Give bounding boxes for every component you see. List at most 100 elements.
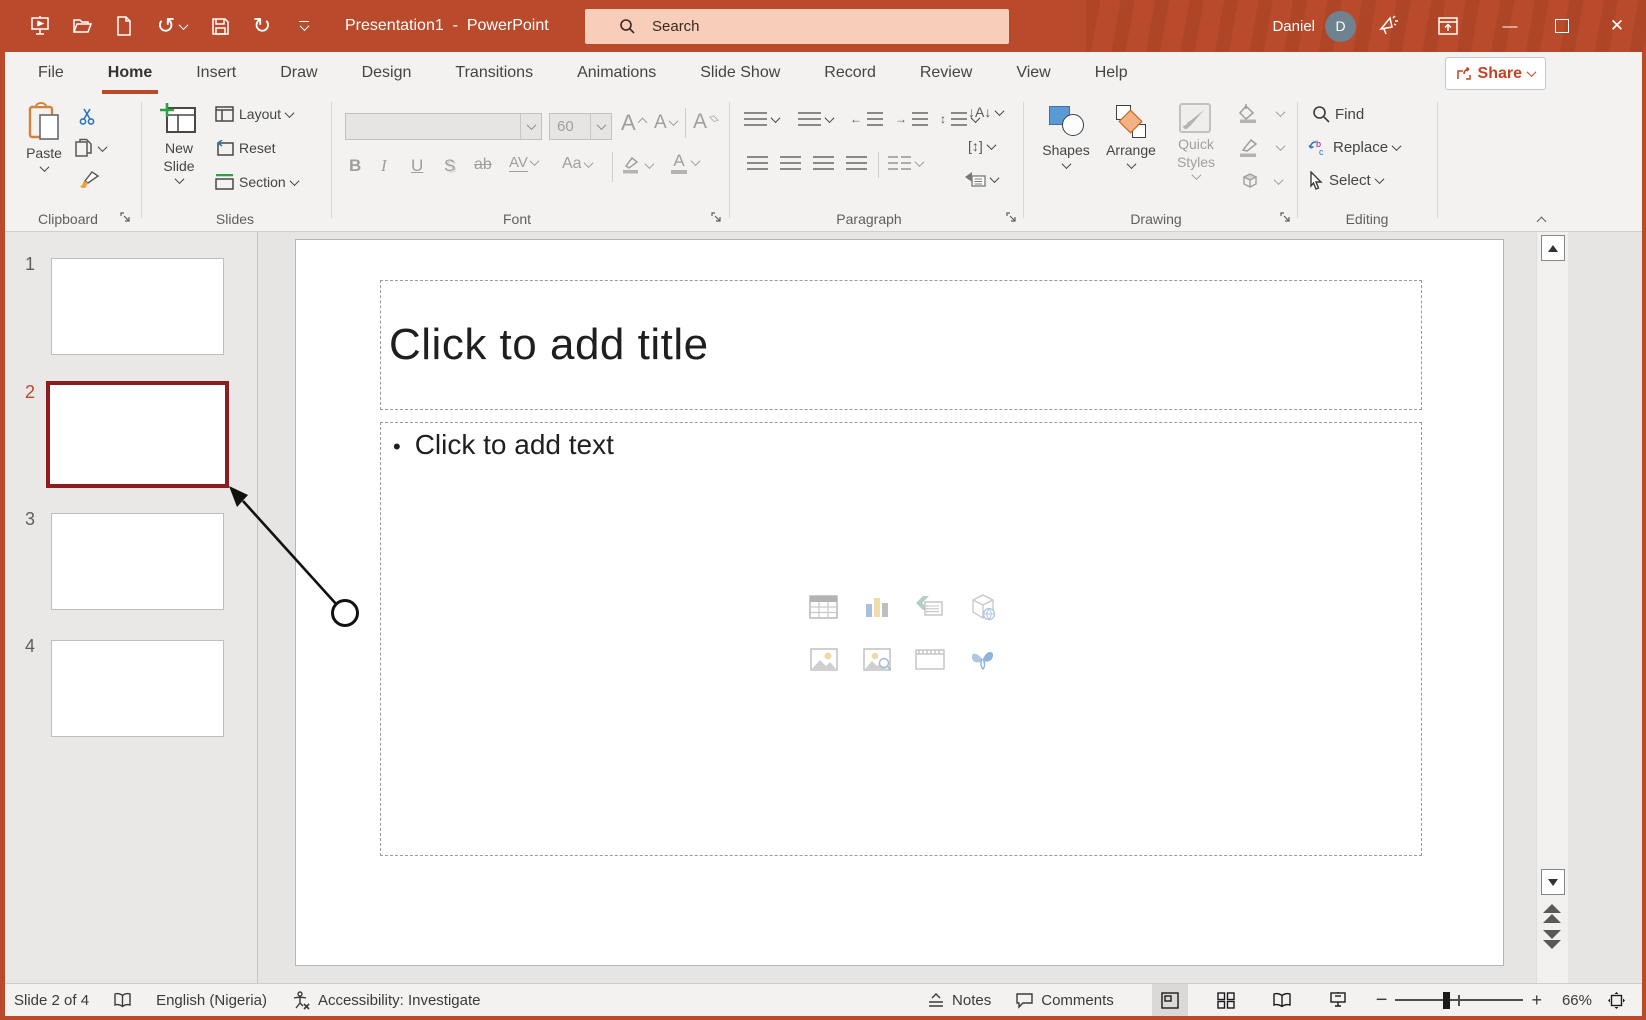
zoom-slider[interactable] (1395, 984, 1523, 1017)
text-shadow-button[interactable]: S (444, 156, 455, 176)
text-direction-button[interactable]: ↓A↓ (968, 104, 1003, 120)
slideshow-view-button[interactable] (1320, 984, 1356, 1017)
shape-fill-button[interactable] (1238, 104, 1284, 123)
align-text-button[interactable]: [↕] (968, 138, 995, 154)
arrange-button[interactable]: Arrange (1102, 102, 1160, 169)
redo-icon[interactable]: ↻ (248, 12, 276, 40)
tab-view[interactable]: View (994, 52, 1072, 94)
avatar[interactable]: D (1325, 11, 1356, 42)
new-slide-button[interactable]: New Slide (150, 102, 208, 184)
numbering-button[interactable] (798, 112, 833, 126)
insert-chart-icon[interactable] (850, 581, 903, 633)
clear-formatting-button[interactable]: A▱ (693, 110, 719, 134)
replace-button[interactable]: b c Replace (1308, 138, 1400, 157)
drawing-dialog-launcher[interactable] (1280, 212, 1291, 223)
content-placeholder[interactable]: •Click to add text (380, 422, 1422, 856)
slide-sorter-view-button[interactable] (1208, 984, 1244, 1017)
stock-images-icon[interactable] (850, 633, 903, 685)
title-placeholder[interactable]: Click to add title (380, 280, 1422, 410)
insert-picture-icon[interactable] (797, 633, 850, 685)
format-painter-button[interactable] (78, 170, 100, 190)
tab-record[interactable]: Record (802, 52, 898, 94)
collapse-ribbon-button[interactable] (1538, 212, 1545, 230)
paste-button[interactable]: Paste (16, 102, 72, 172)
previous-slide-button[interactable] (1543, 904, 1561, 923)
shape-effects-button[interactable] (1238, 172, 1282, 191)
insert-smartart-icon[interactable] (903, 581, 956, 633)
slide-indicator[interactable]: Slide 2 of 4 (0, 984, 101, 1017)
decrease-indent-button[interactable]: ← (850, 112, 883, 126)
tab-draw[interactable]: Draw (258, 52, 339, 94)
increase-indent-button[interactable]: → (895, 112, 928, 126)
strikethrough-button[interactable]: ab (474, 156, 492, 174)
font-size-combobox[interactable]: 60 (549, 113, 612, 140)
new-file-icon[interactable] (110, 12, 138, 40)
start-slideshow-icon[interactable] (26, 12, 54, 40)
zoom-slider-thumb[interactable] (1443, 992, 1450, 1009)
bullets-button[interactable] (744, 112, 779, 126)
layout-button[interactable]: Layout (215, 106, 293, 122)
zoom-out-button[interactable]: − (1356, 984, 1396, 1017)
slide-canvas[interactable]: Click to add title •Click to add text (295, 239, 1504, 966)
insert-table-icon[interactable] (797, 581, 850, 633)
copy-button[interactable] (74, 138, 106, 158)
change-case-button[interactable]: Aa (562, 155, 592, 173)
tab-help[interactable]: Help (1073, 52, 1150, 94)
close-button[interactable]: ✕ (1588, 0, 1646, 52)
search-box[interactable] (585, 9, 1009, 44)
tab-transitions[interactable]: Transitions (433, 52, 555, 94)
slide-thumbnail-3[interactable] (51, 513, 224, 610)
user-name[interactable]: Daniel (1272, 18, 1315, 35)
search-input[interactable] (650, 17, 974, 36)
italic-button[interactable]: I (381, 156, 387, 176)
tab-file[interactable]: File (16, 52, 86, 94)
insert-3d-model-icon[interactable] (956, 581, 1009, 633)
character-spacing-button[interactable]: AV (509, 154, 538, 172)
underline-button[interactable]: U (411, 156, 423, 176)
comments-button[interactable]: Comments (1003, 984, 1126, 1017)
align-center-button[interactable] (780, 156, 801, 170)
insert-video-icon[interactable] (903, 633, 956, 685)
accessibility-checker[interactable]: Accessibility: Investigate (279, 984, 493, 1017)
share-button[interactable]: Share (1445, 57, 1546, 90)
save-icon[interactable] (206, 12, 234, 40)
zoom-level[interactable]: 66% (1556, 984, 1598, 1017)
notes-button[interactable]: Notes (915, 984, 1003, 1017)
slide-thumbnail-2-selected[interactable] (46, 381, 229, 488)
undo-icon[interactable]: ↺ (152, 12, 192, 40)
customize-quick-access-icon[interactable] (290, 12, 318, 40)
fit-slide-to-window-button[interactable] (1598, 984, 1634, 1017)
insert-icons-icon[interactable] (956, 633, 1009, 685)
tab-home[interactable]: Home (86, 52, 174, 94)
align-right-button[interactable] (813, 156, 834, 170)
spell-check-button[interactable] (101, 984, 144, 1017)
quick-styles-button[interactable]: Quick Styles (1166, 102, 1226, 180)
vertical-scrollbar[interactable] (1536, 232, 1568, 983)
increase-font-size-button[interactable]: A (621, 110, 646, 136)
language-indicator[interactable]: English (Nigeria) (144, 984, 279, 1017)
shapes-button[interactable]: Shapes (1038, 102, 1094, 169)
reset-button[interactable]: Reset (215, 140, 276, 156)
font-color-button[interactable]: A (671, 152, 699, 174)
shape-outline-button[interactable] (1238, 138, 1284, 157)
tab-insert[interactable]: Insert (174, 52, 258, 94)
section-button[interactable]: Section (215, 174, 298, 190)
tab-review[interactable]: Review (898, 52, 994, 94)
reading-view-button[interactable] (1264, 984, 1300, 1017)
font-dialog-launcher[interactable] (711, 212, 722, 223)
cut-button[interactable] (78, 107, 97, 126)
decrease-font-size-button[interactable]: A (654, 112, 677, 134)
text-highlight-color-button[interactable] (621, 156, 653, 174)
select-button[interactable]: Select (1308, 171, 1383, 190)
columns-button[interactable] (888, 156, 923, 170)
tab-slide-show[interactable]: Slide Show (678, 52, 802, 94)
tab-animations[interactable]: Animations (555, 52, 678, 94)
convert-to-smartart-button[interactable] (964, 171, 998, 188)
zoom-in-button[interactable]: + (1523, 984, 1556, 1017)
font-name-combobox[interactable] (345, 113, 542, 140)
normal-view-button[interactable] (1152, 984, 1188, 1017)
scroll-down-button[interactable] (1541, 869, 1565, 895)
slide-thumbnail-1[interactable] (51, 258, 224, 355)
align-left-button[interactable] (747, 156, 768, 170)
bold-button[interactable]: B (349, 156, 361, 176)
